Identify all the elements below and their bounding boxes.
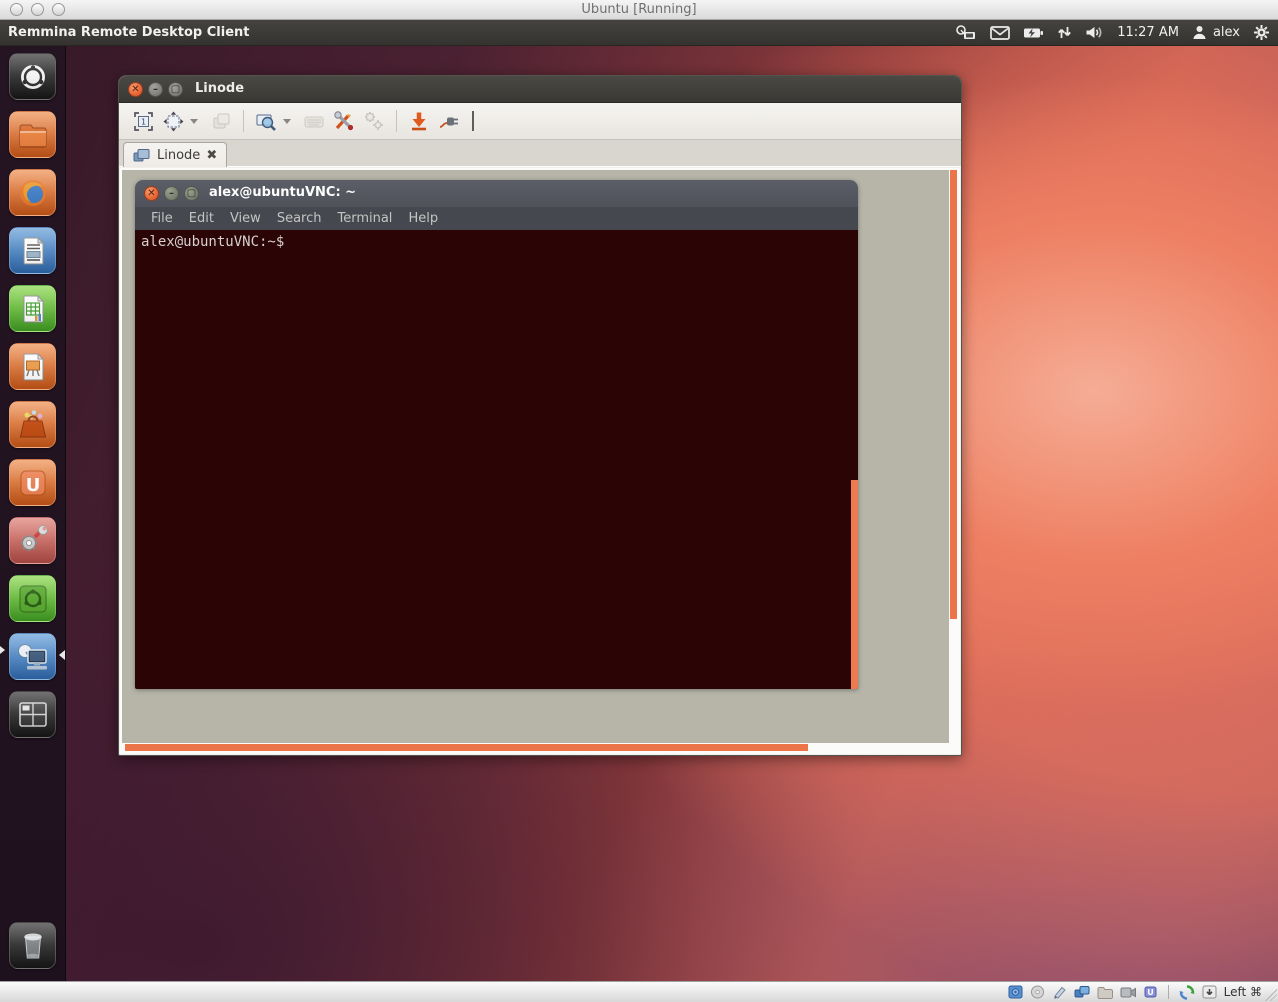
launcher-item-workspace-switcher[interactable]: [9, 691, 56, 738]
preferences-gears-icon[interactable]: [359, 107, 389, 135]
virtualbox-statusbar: U Left ⌘: [0, 981, 1278, 1002]
svg-text:U: U: [1147, 988, 1154, 997]
remmina-tabstrip: Linode ✖: [119, 140, 961, 167]
user-icon[interactable]: [1192, 25, 1207, 40]
menu-edit[interactable]: Edit: [181, 211, 222, 226]
terminal-maximize-button[interactable]: ▢: [184, 186, 199, 201]
launcher-item-home-folder[interactable]: [9, 111, 56, 158]
remote-desktop-viewport[interactable]: ✕ – ▢ alex@ubuntuVNC: ~ File Edit View S…: [120, 168, 960, 754]
shell-prompt: alex@ubuntuVNC:~$: [141, 234, 284, 250]
scaled-view-icon[interactable]: [251, 107, 281, 135]
volume-icon[interactable]: [1085, 25, 1104, 40]
unity-launcher: U: [0, 46, 66, 981]
disconnect-plug-icon[interactable]: [434, 107, 464, 135]
menu-terminal[interactable]: Terminal: [329, 211, 400, 226]
launcher-item-firefox[interactable]: [9, 169, 56, 216]
battery-icon[interactable]: [1023, 27, 1044, 39]
launcher-item-system-settings[interactable]: [9, 517, 56, 564]
terminal-close-button[interactable]: ✕: [144, 186, 159, 201]
launcher-item-libreoffice-impress[interactable]: [9, 343, 56, 390]
mouse-integration-icon[interactable]: [1179, 985, 1195, 1000]
ubuntu-top-panel: Remmina Remote Desktop Client 11:27 AM a…: [0, 20, 1278, 46]
session-gear-icon[interactable]: [1253, 24, 1270, 41]
terminal-overlay-scrollbar[interactable]: [851, 480, 858, 689]
host-window-controls: [10, 3, 65, 16]
display-icon[interactable]: [1120, 986, 1136, 999]
usb-icon[interactable]: U: [1143, 985, 1158, 999]
focused-app-title[interactable]: Remmina Remote Desktop Client: [0, 25, 250, 40]
launcher-item-dash-home[interactable]: [9, 53, 56, 100]
terminal-minimize-button[interactable]: –: [164, 186, 179, 201]
clock[interactable]: 11:27 AM: [1117, 25, 1179, 40]
tab-connection-icon: [133, 148, 151, 163]
svg-text:1: 1: [140, 117, 145, 126]
window-maximize-button[interactable]: ▢: [168, 82, 183, 97]
resize-grip[interactable]: [1265, 989, 1277, 1001]
menu-file[interactable]: File: [143, 211, 181, 226]
launcher-item-software-updater[interactable]: [9, 575, 56, 622]
viewport-vertical-scrollbar[interactable]: [949, 170, 958, 752]
menu-view[interactable]: View: [222, 211, 269, 226]
tab-label: Linode: [157, 148, 200, 163]
keyboard-capture-icon[interactable]: [1202, 985, 1217, 999]
remmina-focused-indicator: [59, 650, 65, 660]
host-close-button[interactable]: [10, 3, 23, 16]
grab-keyboard-icon[interactable]: [299, 107, 329, 135]
launcher-item-ubuntu-one[interactable]: U: [9, 459, 56, 506]
menu-help[interactable]: Help: [400, 211, 446, 226]
shared-folder-icon[interactable]: [1097, 986, 1113, 999]
remote-terminal-window[interactable]: ✕ – ▢ alex@ubuntuVNC: ~ File Edit View S…: [135, 180, 858, 689]
remmina-window-title: Linode: [119, 76, 961, 102]
remmina-window: ✕ – ▢ Linode 1: [118, 75, 962, 756]
launcher-item-software-center[interactable]: [9, 401, 56, 448]
vertical-scroll-thumb[interactable]: [950, 170, 957, 619]
window-close-button[interactable]: ✕: [128, 82, 143, 97]
window-minimize-button[interactable]: –: [148, 82, 163, 97]
terminal-menubar: File Edit View Search Terminal Help: [135, 207, 858, 230]
remmina-toolbar: 1: [119, 103, 961, 140]
session-username[interactable]: alex: [1213, 25, 1240, 40]
tab-close-icon[interactable]: ✖: [206, 149, 217, 162]
resize-mode-icon[interactable]: [158, 107, 188, 135]
terminal-title: alex@ubuntuVNC: ~: [135, 180, 858, 206]
toggle-fullscreen-icon[interactable]: 1: [128, 107, 158, 135]
pen-icon[interactable]: [1052, 985, 1067, 999]
scaled-view-dropdown[interactable]: [283, 119, 291, 124]
mail-icon[interactable]: [990, 26, 1010, 40]
network-arrows-icon[interactable]: [1057, 25, 1072, 40]
launcher-item-libreoffice-writer[interactable]: [9, 227, 56, 274]
screenshot-download-icon[interactable]: [404, 107, 434, 135]
launcher-item-libreoffice-calc[interactable]: [9, 285, 56, 332]
terminal-titlebar[interactable]: ✕ – ▢ alex@ubuntuVNC: ~: [135, 180, 858, 207]
terminal-output[interactable]: alex@ubuntuVNC:~$: [135, 230, 858, 689]
host-zoom-button[interactable]: [52, 3, 65, 16]
remmina-running-indicator: [0, 646, 5, 654]
launcher-item-remmina[interactable]: [9, 633, 56, 680]
host-minimize-button[interactable]: [31, 3, 44, 16]
host-window-title: Ubuntu [Running]: [0, 0, 1278, 20]
virtualbox-guest-screen: Ubuntu [Running] Remmina Remote Desktop …: [0, 0, 1278, 1002]
viewport-horizontal-scrollbar[interactable]: [122, 743, 949, 752]
connection-tab-linode[interactable]: Linode ✖: [123, 142, 227, 167]
duplicate-connection-icon[interactable]: [206, 107, 236, 135]
launcher-item-trash[interactable]: [9, 922, 56, 969]
tools-icon[interactable]: [329, 107, 359, 135]
host-key-label: Left ⌘: [1224, 985, 1262, 999]
network-adapters-icon[interactable]: [1074, 985, 1090, 999]
remmina-indicator-icon[interactable]: [955, 25, 977, 41]
horizontal-scroll-thumb[interactable]: [125, 744, 808, 751]
resize-mode-dropdown[interactable]: [190, 119, 198, 124]
indicator-tray: 11:27 AM alex: [955, 24, 1278, 41]
hdd-icon[interactable]: [1008, 985, 1023, 999]
menu-search[interactable]: Search: [269, 211, 330, 226]
cd-icon[interactable]: [1030, 985, 1045, 999]
remmina-titlebar[interactable]: ✕ – ▢ Linode: [119, 76, 961, 103]
svg-text:U: U: [26, 475, 41, 496]
desktop: U ✕ –: [0, 46, 1278, 981]
toolbar-pin-handle[interactable]: [472, 111, 474, 131]
host-titlebar: Ubuntu [Running]: [0, 0, 1278, 20]
